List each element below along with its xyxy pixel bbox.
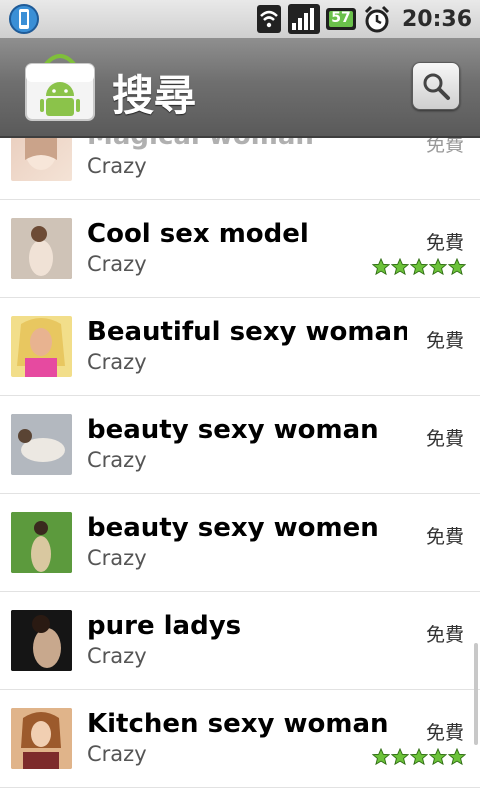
list-item-app[interactable]: Kitchen sexy woman Crazy 免費	[0, 690, 480, 788]
title-bar: 搜尋	[0, 38, 480, 138]
list-item-app[interactable]: Cool sex model Crazy 免費	[0, 200, 480, 298]
star-icon	[410, 258, 428, 276]
list-scrollbar[interactable]	[474, 643, 478, 745]
app-developer: Crazy	[87, 644, 147, 668]
cell-signal-icon	[287, 4, 320, 34]
app-price: 免費	[425, 722, 464, 744]
app-title: pure ladys	[87, 611, 242, 641]
app-developer: Crazy	[87, 742, 147, 766]
app-thumbnail	[11, 316, 72, 377]
app-thumbnail	[11, 414, 72, 475]
rating-stars	[372, 748, 466, 768]
app-price: 免費	[425, 330, 464, 352]
app-price: 免費	[425, 232, 464, 254]
star-icon	[391, 258, 409, 276]
app-thumbnail	[11, 512, 72, 573]
list-item-app[interactable]: Magical woman Crazy 免費	[0, 138, 480, 200]
star-icon	[429, 258, 447, 276]
star-icon	[372, 258, 390, 276]
app-price: 免費	[425, 428, 464, 450]
list-item-app[interactable]: Beautiful sexy woman 1 Crazy 免費	[0, 298, 480, 396]
status-time: 20:36	[401, 6, 472, 32]
android-market-icon	[22, 48, 98, 124]
app-title: Beautiful sexy woman 1	[87, 317, 407, 347]
star-icon	[448, 748, 466, 766]
app-list: Magical woman Crazy 免費 Cool sex model Cr…	[0, 138, 480, 800]
wifi-signal-icon	[256, 4, 282, 34]
status-bar: 57 20:36	[0, 0, 480, 39]
app-price: 免費	[425, 624, 464, 646]
app-price: 免費	[425, 526, 464, 548]
search-icon	[423, 73, 450, 100]
battery-icon: 57	[325, 4, 356, 34]
star-icon	[448, 258, 466, 276]
rating-stars	[372, 258, 466, 278]
app-thumbnail	[11, 708, 72, 769]
app-thumbnail	[11, 610, 72, 671]
star-icon	[410, 748, 428, 766]
app-thumbnail	[11, 218, 72, 279]
app-price: 免費	[425, 138, 464, 156]
search-button[interactable]	[412, 62, 460, 110]
star-icon	[391, 748, 409, 766]
app-developer: Crazy	[87, 448, 147, 472]
alarm-clock-icon	[362, 4, 392, 34]
list-item-app[interactable]: pure ladys Crazy 免費	[0, 592, 480, 690]
app-title: beauty sexy woman	[87, 415, 379, 445]
app-title: Magical woman	[87, 138, 314, 151]
star-icon	[429, 748, 447, 766]
app-developer: Crazy	[87, 546, 147, 570]
list-item-app[interactable]: beauty sexy woman Crazy 免費	[0, 396, 480, 494]
app-title: Cool sex model	[87, 219, 309, 249]
battery-level: 57	[331, 10, 351, 26]
app-developer: Crazy	[87, 350, 147, 374]
page-title: 搜尋	[112, 71, 197, 120]
app-developer: Crazy	[87, 252, 147, 276]
app-thumbnail	[11, 138, 72, 181]
app-title: Kitchen sexy woman	[87, 709, 389, 739]
app-developer: Crazy	[87, 154, 147, 178]
star-icon	[372, 748, 390, 766]
app-title: beauty sexy women	[87, 513, 379, 543]
notification-settings-icon[interactable]	[8, 3, 40, 35]
list-item-app[interactable]: beauty sexy women Crazy 免費	[0, 494, 480, 592]
